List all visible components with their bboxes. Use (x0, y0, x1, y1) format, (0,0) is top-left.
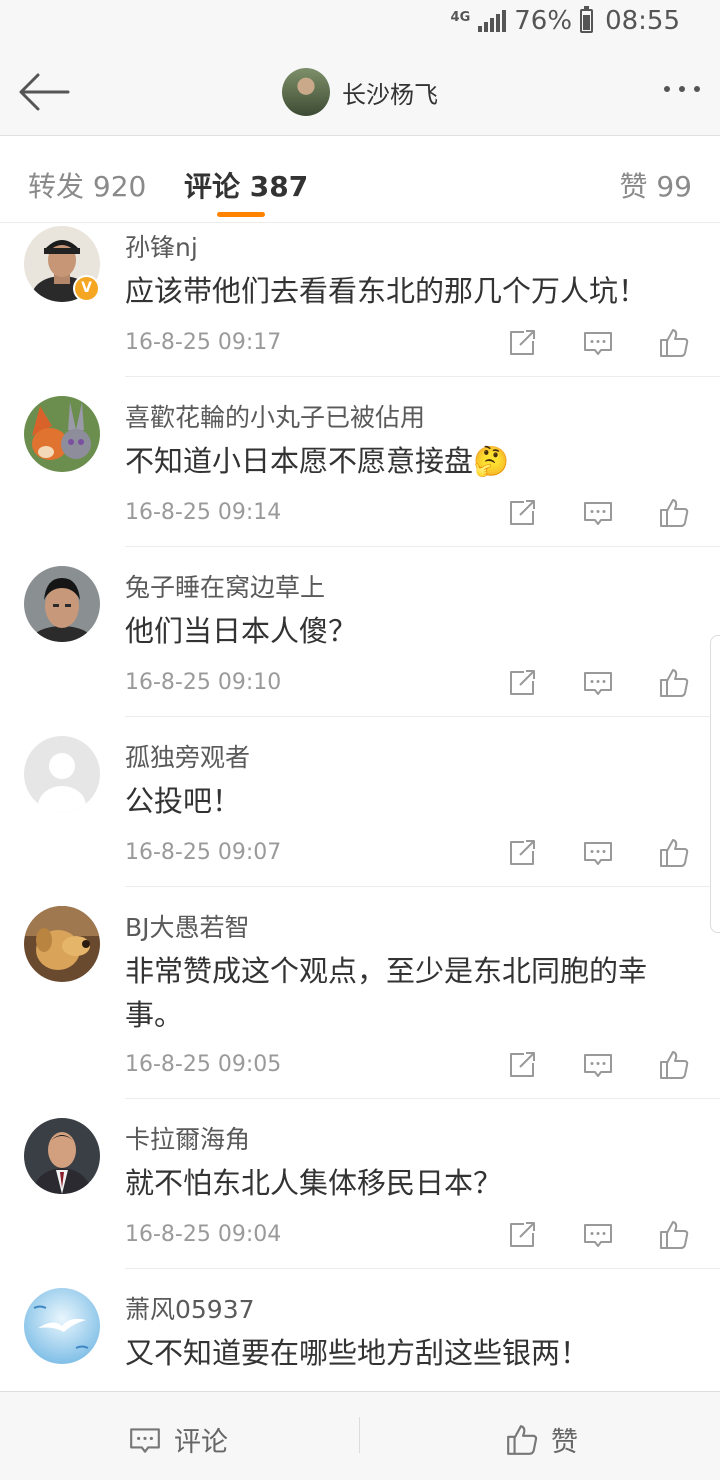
comment-icon (130, 1427, 160, 1453)
bottom-like-button[interactable]: 赞 (505, 1420, 578, 1459)
network-type: 4G (450, 9, 471, 25)
comment-time: 16-8-25 09:04 (125, 1222, 282, 1247)
verified-badge-icon: V (73, 275, 100, 302)
comment-time: 16-8-25 09:10 (125, 670, 282, 695)
comment-text: 不知道小日本愿不愿意接盘🤔 (125, 444, 510, 478)
bottom-comment-button[interactable]: 评论 (128, 1420, 228, 1459)
back-button[interactable] (18, 72, 70, 112)
clock: 08:55 (605, 6, 680, 36)
comment-icon[interactable] (582, 1049, 614, 1081)
avatar[interactable] (24, 396, 100, 472)
comment-divider (125, 716, 720, 717)
battery-percent: 76% (514, 6, 573, 36)
tab-reposts[interactable]: 转发 920 (28, 165, 146, 205)
like-icon (507, 1424, 538, 1455)
user-avatar-image (24, 396, 100, 472)
comment-icon[interactable] (582, 327, 614, 359)
comment-divider (125, 1098, 720, 1099)
battery-icon (580, 6, 594, 33)
comment-username[interactable]: 萧风05937 (125, 1290, 255, 1326)
share-icon[interactable] (506, 327, 538, 359)
share-icon[interactable] (506, 1219, 538, 1251)
bottom-like-label: 赞 (551, 1427, 578, 1458)
avatar[interactable] (24, 736, 100, 812)
status-indicators: 4G 76% 08:55 (451, 6, 680, 36)
comment-time: 16-8-25 09:05 (125, 1052, 282, 1077)
share-icon[interactable] (506, 1049, 538, 1081)
comment-username[interactable]: 兔子睡在窝边草上 (125, 568, 325, 604)
like-icon[interactable] (658, 667, 690, 699)
like-icon[interactable] (658, 837, 690, 869)
author-avatar[interactable] (282, 68, 330, 116)
comment-text: 公投吧！ (125, 784, 242, 818)
comment-icon[interactable] (582, 497, 614, 529)
author-name[interactable]: 长沙杨飞 (342, 75, 438, 110)
more-dot-icon (679, 86, 685, 92)
back-arrow-icon (19, 73, 70, 111)
more-dot-icon (664, 86, 670, 92)
comment-actions (506, 1219, 690, 1251)
comment-text: 应该带他们去看看东北的那几个万人坑！ (125, 274, 648, 308)
default-avatar-icon (24, 736, 100, 812)
comment-divider (125, 546, 720, 547)
tab-comments[interactable]: 评论 387 (184, 165, 308, 205)
user-avatar-image (24, 1288, 100, 1364)
comment-text: 就不怕东北人集体移民日本？ (125, 1166, 503, 1200)
avatar[interactable] (24, 906, 100, 982)
user-avatar-image (24, 566, 100, 642)
comment-actions (506, 837, 690, 869)
comment-time: 16-8-25 09:17 (125, 330, 282, 355)
bottom-bar-divider (359, 1417, 360, 1453)
comment-username[interactable]: 卡拉爾海角 (125, 1120, 250, 1156)
bottom-action-bar: 评论 赞 (0, 1391, 720, 1480)
comment-icon[interactable] (582, 1219, 614, 1251)
avatar[interactable] (24, 1118, 100, 1194)
tab-bar: 转发 920 评论 387 赞 99 (0, 137, 720, 223)
post-author[interactable]: 长沙杨飞 (282, 68, 438, 116)
comment-time: 16-8-25 09:07 (125, 840, 282, 865)
comment-text: 非常赞成这个观点，至少是东北同胞的幸事。 (125, 954, 648, 1032)
avatar[interactable] (24, 1288, 100, 1364)
comment-divider (125, 886, 720, 887)
like-icon[interactable] (658, 327, 690, 359)
comment-username[interactable]: 孙锋nj (125, 228, 198, 264)
bottom-comment-label: 评论 (174, 1427, 228, 1458)
comment-actions (506, 667, 690, 699)
comment-divider (125, 376, 720, 377)
comment-actions (506, 497, 690, 529)
comment-time: 16-8-25 09:14 (125, 500, 282, 525)
comment-divider (125, 1268, 720, 1269)
comment-username[interactable]: BJ大愚若智 (125, 908, 250, 944)
comment-icon[interactable] (582, 667, 614, 699)
nav-bar: 长沙杨飞 (0, 50, 720, 136)
comment-text: 又不知道要在哪些地方刮这些银两！ (125, 1336, 590, 1370)
signal-icon (478, 10, 507, 32)
comment-text: 他们当日本人傻？ (125, 614, 358, 648)
user-avatar-image (24, 906, 100, 982)
comment-icon[interactable] (582, 837, 614, 869)
share-icon[interactable] (506, 497, 538, 529)
like-icon[interactable] (658, 1049, 690, 1081)
comment-list[interactable]: V 孙锋nj 应该带他们去看看东北的那几个万人坑！ 16-8-25 09:17 … (0, 223, 720, 1391)
comment-username[interactable]: 孤独旁观者 (125, 738, 250, 774)
comment-username[interactable]: 喜歡花輪的小丸子已被佔用 (125, 398, 425, 434)
status-bar: 4G 76% 08:55 (0, 0, 720, 50)
tab-likes[interactable]: 赞 99 (619, 165, 692, 205)
user-avatar-image (24, 1118, 100, 1194)
like-icon[interactable] (658, 1219, 690, 1251)
more-dot-icon (694, 86, 700, 92)
share-icon[interactable] (506, 837, 538, 869)
active-tab-indicator (217, 212, 265, 217)
scroll-handle[interactable] (710, 635, 720, 933)
comment-actions (506, 1049, 690, 1081)
avatar[interactable] (24, 566, 100, 642)
more-options-button[interactable] (664, 86, 700, 92)
comment-actions (506, 327, 690, 359)
like-icon[interactable] (658, 497, 690, 529)
share-icon[interactable] (506, 667, 538, 699)
